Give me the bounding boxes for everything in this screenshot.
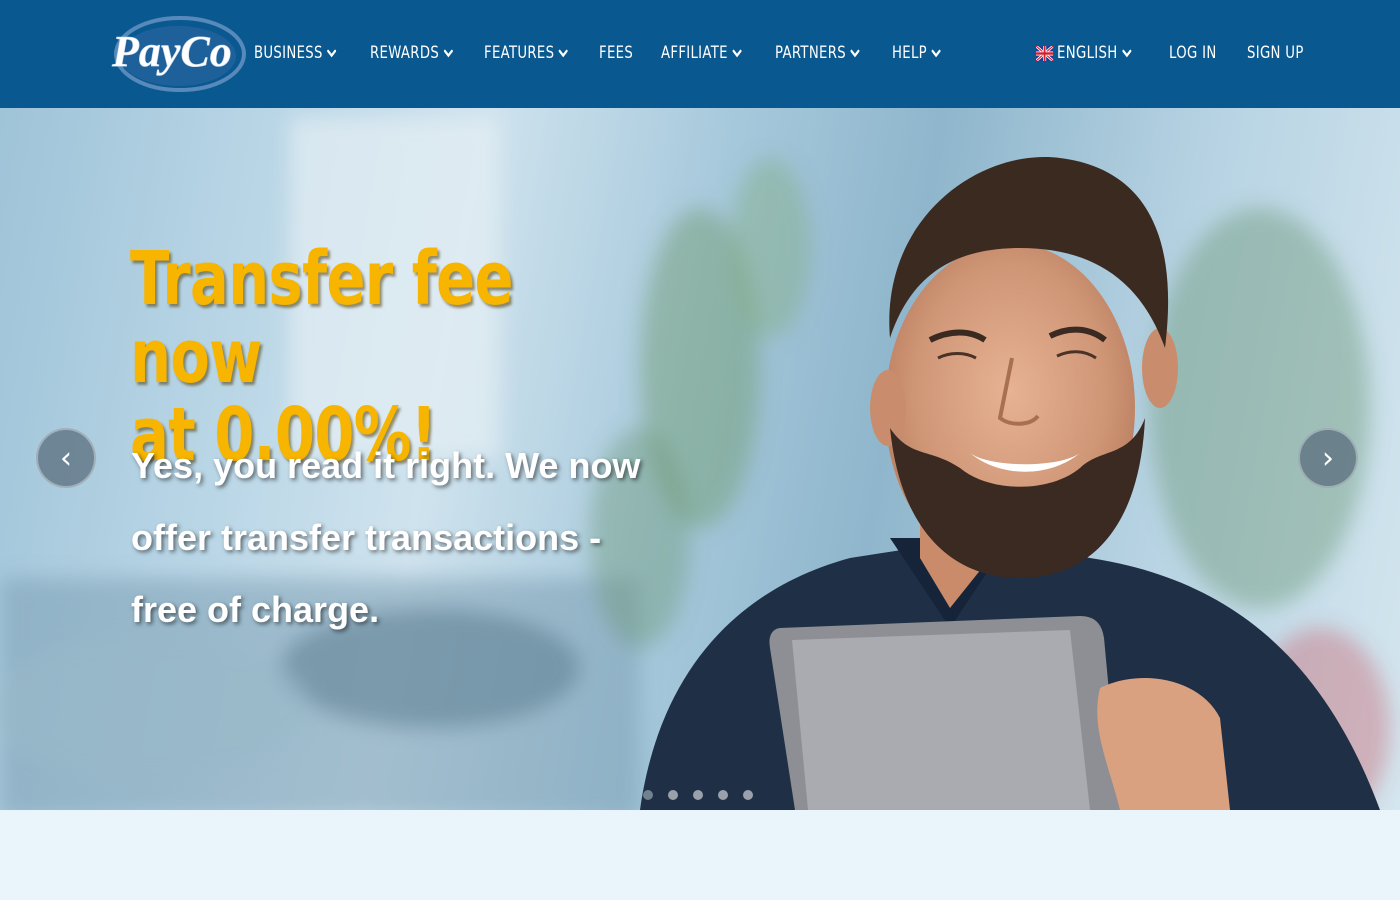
- nav-help-label: HELP: [892, 43, 927, 63]
- language-label: ENGLISH: [1057, 43, 1118, 63]
- carousel-dot-1[interactable]: [643, 790, 653, 800]
- nav-help[interactable]: HELP: [892, 40, 941, 66]
- signup-link[interactable]: SIGN UP: [1247, 40, 1304, 66]
- carousel-dot-2[interactable]: [668, 790, 678, 800]
- nav-features-label: FEATURES: [484, 43, 555, 63]
- carousel-dot-5[interactable]: [743, 790, 753, 800]
- nav-fees[interactable]: FEES: [599, 40, 633, 66]
- nav-affiliate[interactable]: AFFILIATE: [661, 40, 742, 66]
- nav-fees-label: FEES: [599, 43, 634, 63]
- hero-subtext-line3: free of charge.: [131, 589, 380, 630]
- carousel-dot-4[interactable]: [718, 790, 728, 800]
- hero-carousel: Transfer fee now at 0.00%! Yes, you read…: [0, 108, 1400, 810]
- chevron-left-icon: ‹: [60, 440, 72, 476]
- hero-subtext-line1: Yes, you read it right. We now: [131, 445, 641, 486]
- language-selector[interactable]: ENGLISH: [1036, 40, 1132, 66]
- signup-label: SIGN UP: [1247, 43, 1304, 63]
- carousel-dot-3[interactable]: [693, 790, 703, 800]
- content-section: [0, 810, 1400, 900]
- chevron-down-icon: [443, 47, 453, 60]
- svg-text:PayCo: PayCo: [111, 27, 232, 76]
- hero-subtext: Yes, you read it right. We now offer tra…: [131, 430, 691, 646]
- chevron-down-icon: [931, 47, 941, 60]
- nav-business-label: BUSINESS: [254, 43, 323, 63]
- carousel-next-button[interactable]: ›: [1298, 428, 1358, 488]
- chevron-down-icon: [850, 47, 860, 60]
- carousel-indicators: [643, 790, 753, 800]
- nav-partners[interactable]: PARTNERS: [775, 40, 860, 66]
- hero-subtext-line2: offer transfer transactions -: [131, 517, 602, 558]
- chevron-down-icon: [558, 47, 568, 60]
- chevron-down-icon: [732, 47, 742, 60]
- nav-affiliate-label: AFFILIATE: [661, 43, 728, 63]
- nav-features[interactable]: FEATURES: [484, 40, 568, 66]
- nav-rewards-label: REWARDS: [370, 43, 440, 63]
- chevron-right-icon: ›: [1322, 440, 1334, 476]
- login-link[interactable]: LOG IN: [1169, 40, 1217, 66]
- carousel-prev-button[interactable]: ‹: [36, 428, 96, 488]
- payco-logo[interactable]: PayCo: [108, 14, 246, 92]
- top-navbar: PayCo BUSINESS REWARDS FEATURES FEES AFF…: [0, 0, 1400, 108]
- uk-flag-icon: [1036, 45, 1054, 61]
- hero-headline-line1: Transfer fee now: [130, 236, 514, 400]
- nav-partners-label: PARTNERS: [775, 43, 846, 63]
- login-label: LOG IN: [1169, 43, 1217, 63]
- hero-man-with-tablet-image: [640, 157, 1380, 810]
- nav-business[interactable]: BUSINESS: [254, 40, 337, 66]
- chevron-down-icon: [1121, 47, 1132, 60]
- nav-rewards[interactable]: REWARDS: [370, 40, 453, 66]
- chevron-down-icon: [327, 47, 337, 60]
